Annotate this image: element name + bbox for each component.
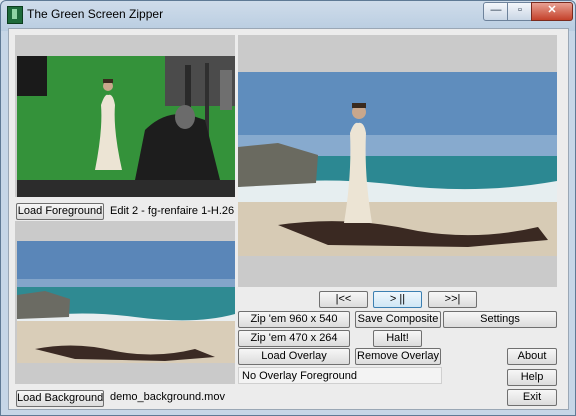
foreground-preview-pane [15,35,235,197]
composite-preview-image [238,35,557,287]
save-composite-button[interactable]: Save Composite [355,311,441,328]
remove-overlay-button[interactable]: Remove Overlay [355,348,441,365]
fast-forward-button[interactable]: >>| [428,291,477,308]
halt-button[interactable]: Halt! [373,330,422,347]
zipper-app-icon [7,6,23,24]
foreground-filename: Edit 2 - fg-renfaire 1-H.264 for A [110,205,234,217]
window-title: The Green Screen Zipper [27,7,164,21]
load-overlay-button[interactable]: Load Overlay [238,348,350,365]
client-area: Load Foreground Edit 2 - fg-renfaire 1-H… [8,28,569,410]
close-button[interactable]: ✕ [531,2,573,21]
background-filename: demo_background.mov [110,391,225,403]
background-preview-pane [15,221,235,384]
help-button[interactable]: Help [507,369,557,386]
rewind-button[interactable]: |<< [319,291,368,308]
background-preview-image [15,221,235,384]
title-bar[interactable]: The Green Screen Zipper — ▫ ✕ [1,1,575,27]
load-background-button[interactable]: Load Background [16,390,104,407]
maximize-button[interactable]: ▫ [507,2,533,21]
app-window: The Green Screen Zipper — ▫ ✕ Load Foreg… [0,0,576,416]
composite-preview-pane [238,35,557,287]
zip-470-button[interactable]: Zip 'em 470 x 264 [238,330,350,347]
play-pause-button[interactable]: > || [373,291,422,308]
minimize-button[interactable]: — [483,2,509,21]
overlay-status: No Overlay Foreground [238,367,442,384]
about-button[interactable]: About [507,348,557,365]
settings-button[interactable]: Settings [443,311,557,328]
load-foreground-button[interactable]: Load Foreground [16,203,104,220]
exit-button[interactable]: Exit [507,389,557,406]
zip-960-button[interactable]: Zip 'em 960 x 540 [238,311,350,328]
foreground-preview-image [15,35,235,197]
